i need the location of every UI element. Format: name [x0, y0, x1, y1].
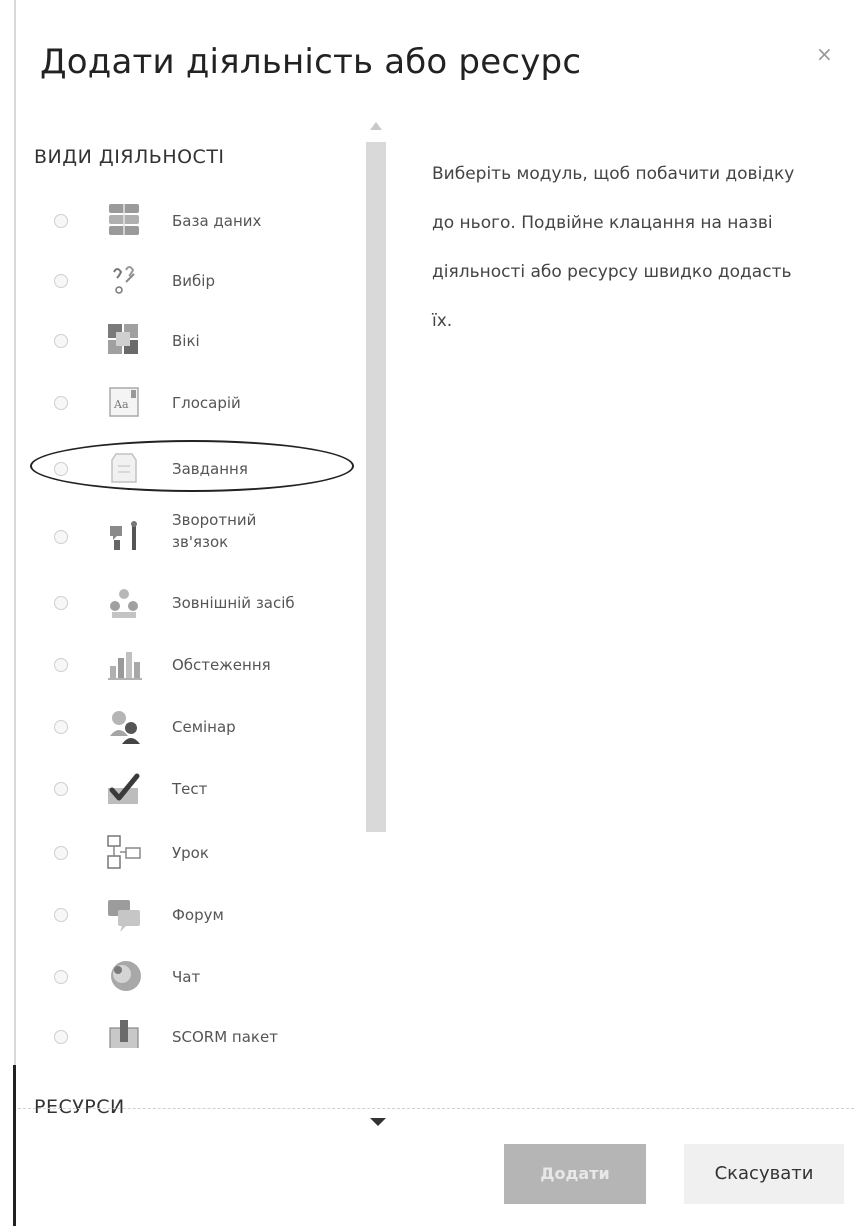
option-label: Урок	[172, 844, 209, 862]
chat-icon	[111, 961, 141, 991]
dialog-title: Додати діяльність або ресурс	[40, 42, 582, 82]
option-label: Чат	[172, 968, 201, 986]
survey-icon	[108, 652, 142, 680]
radio-button[interactable]	[54, 274, 68, 288]
option-label: Зовнішній засіб	[172, 594, 295, 612]
option-label: SCORM пакет	[172, 1028, 278, 1046]
option-label: Зворотний зв'язок	[172, 511, 257, 551]
add-activity-dialog: Додати діяльність або ресурс × ВИДИ ДІЯЛ…	[18, 0, 854, 1226]
option-wiki[interactable]: Вікі	[38, 312, 358, 370]
option-label: Завдання	[172, 460, 248, 478]
background-window-edge	[14, 0, 16, 1226]
option-database[interactable]: База даних	[38, 192, 358, 250]
add-button[interactable]: Додати	[504, 1144, 646, 1204]
glossary-icon: Aa	[109, 387, 139, 417]
workshop-icon	[110, 711, 140, 744]
radio-button[interactable]	[54, 214, 68, 228]
option-label: Вікі	[172, 332, 200, 350]
scroll-up-icon[interactable]	[370, 122, 382, 130]
option-label: База даних	[172, 212, 262, 230]
close-icon[interactable]: ×	[816, 42, 833, 66]
radio-button[interactable]	[54, 970, 68, 984]
forum-icon	[108, 900, 140, 932]
radio-button[interactable]	[54, 462, 68, 476]
radio-button[interactable]	[54, 908, 68, 922]
radio-button[interactable]	[54, 782, 68, 796]
option-lesson[interactable]: Урок	[38, 824, 358, 882]
quiz-icon	[108, 773, 140, 804]
scroll-thumb[interactable]	[366, 142, 386, 832]
option-label: Форум	[172, 906, 224, 924]
option-label: Семінар	[172, 718, 236, 736]
resources-heading: РЕСУРСИ	[34, 1096, 125, 1118]
svg-text:Aa: Aa	[113, 398, 129, 411]
module-list[interactable]: ВИДИ ДІЯЛЬНОСТІ База даних Вибір Вікі Aa…	[18, 118, 390, 1048]
help-text: Виберіть модуль, щоб побачити довідку до…	[432, 164, 795, 331]
footer-divider	[18, 1108, 854, 1109]
feedback-icon	[110, 521, 137, 550]
option-feedback[interactable]: Зворотний зв'язок	[38, 502, 358, 572]
option-label: Тест	[172, 780, 208, 798]
background-window-edge-dark	[13, 1065, 16, 1226]
radio-button[interactable]	[54, 596, 68, 610]
option-chat[interactable]: Чат	[38, 948, 358, 1006]
option-forum[interactable]: Форум	[38, 886, 358, 944]
radio-button[interactable]	[54, 658, 68, 672]
option-workshop[interactable]: Семінар	[38, 698, 358, 756]
option-label: Глосарій	[172, 394, 241, 412]
radio-button[interactable]	[54, 530, 68, 544]
radio-button[interactable]	[54, 846, 68, 860]
activities-heading: ВИДИ ДІЯЛЬНОСТІ	[34, 146, 225, 168]
wiki-icon	[108, 324, 138, 354]
scorm-icon	[109, 1020, 139, 1048]
external-tool-icon	[110, 589, 138, 618]
option-glossary[interactable]: Aa Глосарій	[38, 374, 358, 432]
option-assignment[interactable]: Завдання	[38, 440, 358, 498]
radio-button[interactable]	[54, 396, 68, 410]
radio-button[interactable]	[54, 720, 68, 734]
option-label: Обстеження	[172, 656, 271, 674]
option-choice[interactable]: Вибір	[38, 252, 358, 310]
lesson-icon	[107, 835, 141, 869]
database-icon	[109, 204, 139, 235]
option-scorm[interactable]: SCORM пакет	[38, 1008, 358, 1048]
list-scrollbar[interactable]	[364, 118, 388, 1048]
choice-icon	[113, 266, 135, 294]
assignment-icon	[111, 453, 137, 483]
cancel-button[interactable]: Скасувати	[684, 1144, 844, 1204]
option-quiz[interactable]: Тест	[38, 760, 358, 818]
option-survey[interactable]: Обстеження	[38, 636, 358, 694]
scroll-down-icon[interactable]	[370, 1118, 386, 1126]
option-external-tool[interactable]: Зовнішній засіб	[38, 574, 358, 632]
radio-button[interactable]	[54, 1030, 68, 1044]
radio-button[interactable]	[54, 334, 68, 348]
option-label: Вибір	[172, 272, 215, 290]
